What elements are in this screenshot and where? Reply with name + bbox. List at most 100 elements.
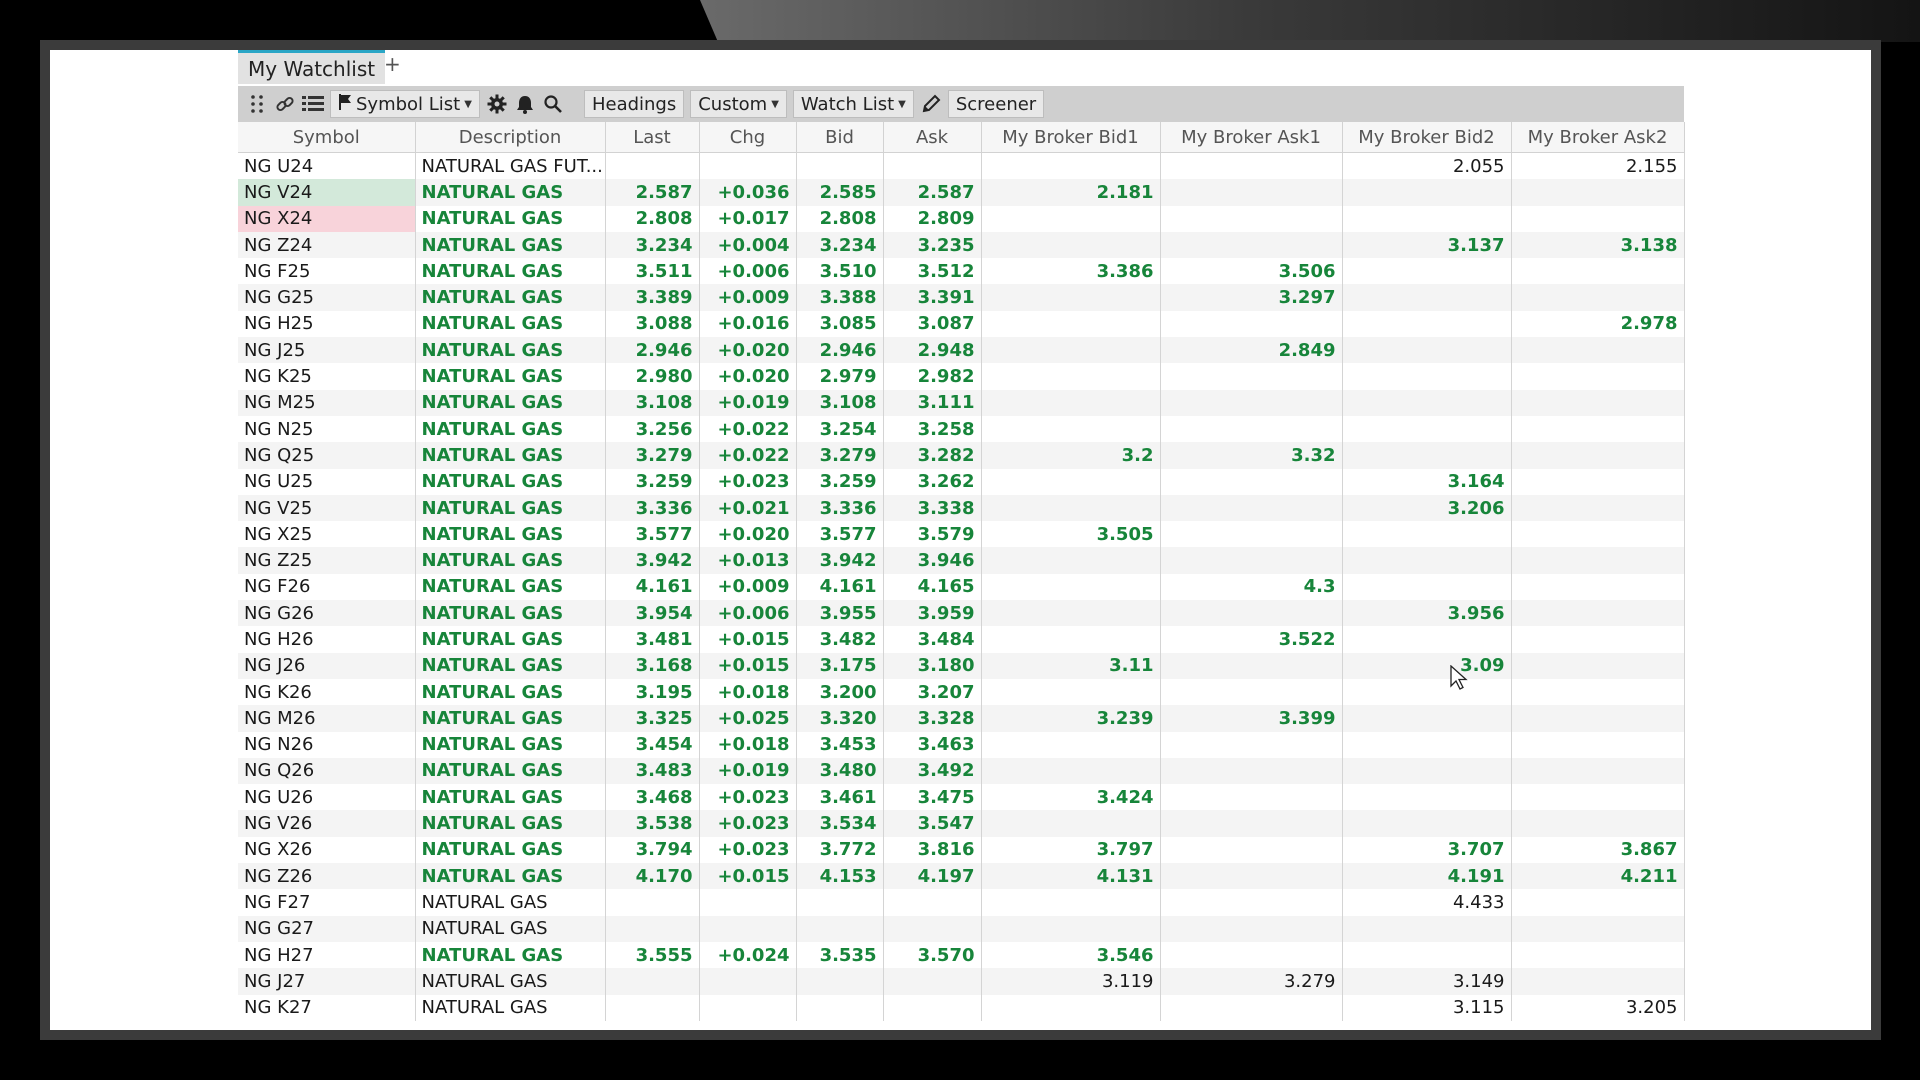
symbol-cell[interactable]: NG M26 bbox=[238, 705, 416, 732]
value-cell[interactable] bbox=[1511, 968, 1685, 995]
description-cell[interactable]: NATURAL GAS bbox=[415, 494, 606, 522]
value-cell[interactable] bbox=[1511, 205, 1685, 232]
description-cell[interactable]: NATURAL GAS bbox=[415, 836, 606, 864]
value-cell[interactable] bbox=[1160, 600, 1343, 627]
value-cell[interactable]: 3.180 bbox=[883, 652, 982, 679]
value-cell[interactable] bbox=[1160, 547, 1343, 574]
value-cell[interactable]: +0.023 bbox=[699, 784, 797, 811]
value-cell[interactable]: 3.32 bbox=[1160, 442, 1343, 469]
symbol-cell[interactable]: NG H27 bbox=[238, 941, 416, 969]
value-cell[interactable] bbox=[605, 152, 700, 180]
description-cell[interactable]: NATURAL GAS bbox=[415, 915, 606, 942]
symbol-cell[interactable]: NG V25 bbox=[238, 494, 416, 522]
description-cell[interactable]: NATURAL GAS bbox=[415, 994, 606, 1021]
value-cell[interactable] bbox=[981, 547, 1161, 574]
value-cell[interactable]: 3.942 bbox=[796, 547, 884, 574]
value-cell[interactable]: 3.534 bbox=[796, 810, 884, 837]
value-cell[interactable] bbox=[1160, 468, 1343, 495]
description-cell[interactable]: NATURAL GAS bbox=[415, 757, 606, 785]
value-cell[interactable]: 3.480 bbox=[796, 757, 884, 785]
table-row[interactable]: NG J27 NATURAL GAS 3.119 3.279 3.149 bbox=[238, 968, 1685, 995]
search-icon[interactable] bbox=[542, 93, 564, 115]
value-cell[interactable]: 3.492 bbox=[883, 757, 982, 785]
value-cell[interactable] bbox=[1342, 284, 1512, 311]
symbol-cell[interactable]: NG J26 bbox=[238, 652, 416, 679]
value-cell[interactable] bbox=[981, 994, 1161, 1021]
symbol-cell[interactable]: NG X24 bbox=[238, 205, 416, 232]
table-row[interactable]: NG F26 NATURAL GAS 4.161 +0.009 4.161 4.165 4.… bbox=[238, 573, 1685, 601]
description-cell[interactable]: NATURAL GAS bbox=[415, 231, 606, 259]
value-cell[interactable] bbox=[1511, 705, 1685, 732]
table-row[interactable]: NG M26 NATURAL GAS 3.325 +0.025 3.320 3.328 3.… bbox=[238, 705, 1685, 732]
symbol-cell[interactable]: NG M25 bbox=[238, 389, 416, 416]
value-cell[interactable]: 2.946 bbox=[605, 337, 700, 364]
value-cell[interactable] bbox=[1511, 652, 1685, 679]
value-cell[interactable] bbox=[981, 415, 1161, 443]
column-header[interactable]: Symbol bbox=[238, 122, 416, 153]
value-cell[interactable]: 2.979 bbox=[796, 363, 884, 390]
value-cell[interactable] bbox=[699, 915, 797, 942]
value-cell[interactable]: 3.506 bbox=[1160, 258, 1343, 285]
value-cell[interactable]: 3.254 bbox=[796, 415, 884, 443]
value-cell[interactable]: +0.025 bbox=[699, 705, 797, 732]
value-cell[interactable] bbox=[1511, 731, 1685, 758]
value-cell[interactable] bbox=[981, 757, 1161, 785]
value-cell[interactable] bbox=[1342, 442, 1512, 469]
value-cell[interactable]: 4.433 bbox=[1342, 889, 1512, 916]
value-cell[interactable]: 3.282 bbox=[883, 442, 982, 469]
value-cell[interactable] bbox=[981, 573, 1161, 601]
value-cell[interactable]: 3.205 bbox=[1511, 994, 1685, 1021]
symbol-cell[interactable]: NG U25 bbox=[238, 468, 416, 495]
value-cell[interactable] bbox=[981, 600, 1161, 627]
value-cell[interactable] bbox=[981, 494, 1161, 522]
value-cell[interactable]: 3.388 bbox=[796, 284, 884, 311]
value-cell[interactable] bbox=[981, 915, 1161, 942]
description-cell[interactable]: NATURAL GAS bbox=[415, 521, 606, 548]
value-cell[interactable]: 3.816 bbox=[883, 836, 982, 864]
value-cell[interactable]: 3.546 bbox=[981, 941, 1161, 969]
table-row[interactable]: NG U26 NATURAL GAS 3.468 +0.023 3.461 3.475 3.… bbox=[238, 784, 1685, 811]
grip-icon[interactable] bbox=[246, 93, 268, 115]
description-cell[interactable]: NATURAL GAS bbox=[415, 415, 606, 443]
value-cell[interactable] bbox=[1511, 810, 1685, 837]
value-cell[interactable]: +0.015 bbox=[699, 626, 797, 653]
table-row[interactable]: NG H25 NATURAL GAS 3.088 +0.016 3.085 3.087 2.… bbox=[238, 310, 1685, 338]
value-cell[interactable] bbox=[1511, 363, 1685, 390]
value-cell[interactable] bbox=[1342, 258, 1512, 285]
symbol-cell[interactable]: NG Q25 bbox=[238, 442, 416, 469]
column-header[interactable]: My Broker Bid1 bbox=[981, 122, 1161, 153]
value-cell[interactable] bbox=[1160, 678, 1343, 706]
value-cell[interactable]: 4.197 bbox=[883, 863, 982, 890]
value-cell[interactable]: 3.175 bbox=[796, 652, 884, 679]
value-cell[interactable] bbox=[981, 284, 1161, 311]
column-header[interactable]: Ask bbox=[883, 122, 982, 153]
column-header[interactable]: My Broker Ask1 bbox=[1160, 122, 1343, 153]
value-cell[interactable] bbox=[1511, 442, 1685, 469]
value-cell[interactable] bbox=[1511, 784, 1685, 811]
value-cell[interactable]: 3.297 bbox=[1160, 284, 1343, 311]
value-cell[interactable]: 3.108 bbox=[605, 389, 700, 416]
value-cell[interactable]: +0.006 bbox=[699, 258, 797, 285]
value-cell[interactable] bbox=[1511, 284, 1685, 311]
value-cell[interactable]: +0.036 bbox=[699, 179, 797, 206]
description-cell[interactable]: NATURAL GAS bbox=[415, 337, 606, 364]
value-cell[interactable]: 3.207 bbox=[883, 678, 982, 706]
value-cell[interactable] bbox=[981, 310, 1161, 338]
column-header[interactable]: Last bbox=[605, 122, 700, 153]
table-row[interactable]: NG N25 NATURAL GAS 3.256 +0.022 3.254 3.258 bbox=[238, 415, 1685, 443]
value-cell[interactable]: 3.454 bbox=[605, 731, 700, 758]
value-cell[interactable]: +0.020 bbox=[699, 363, 797, 390]
value-cell[interactable] bbox=[1511, 915, 1685, 942]
table-row[interactable]: NG X25 NATURAL GAS 3.577 +0.020 3.577 3.579 3.… bbox=[238, 521, 1685, 548]
symbol-cell[interactable]: NG Z25 bbox=[238, 547, 416, 574]
value-cell[interactable]: 3.137 bbox=[1342, 231, 1512, 259]
symbol-cell[interactable]: NG K26 bbox=[238, 678, 416, 706]
table-row[interactable]: NG U25 NATURAL GAS 3.259 +0.023 3.259 3.262 3.… bbox=[238, 468, 1685, 495]
table-row[interactable]: NG Z26 NATURAL GAS 4.170 +0.015 4.153 4.197 4.… bbox=[238, 863, 1685, 890]
value-cell[interactable]: 4.161 bbox=[605, 573, 700, 601]
description-cell[interactable]: NATURAL GAS bbox=[415, 810, 606, 837]
value-cell[interactable] bbox=[1511, 547, 1685, 574]
value-cell[interactable] bbox=[1160, 652, 1343, 679]
value-cell[interactable] bbox=[1342, 573, 1512, 601]
value-cell[interactable]: 2.585 bbox=[796, 179, 884, 206]
